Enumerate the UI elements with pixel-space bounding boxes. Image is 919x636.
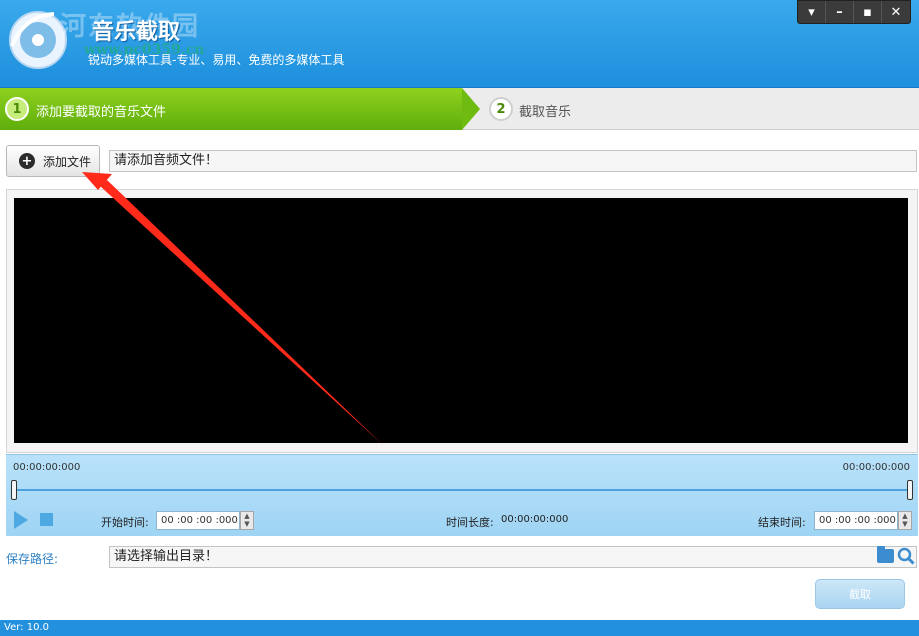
step-1[interactable]: 1 添加要截取的音乐文件 bbox=[0, 88, 462, 130]
save-path-field[interactable]: 请选择输出目录！ bbox=[109, 546, 917, 568]
end-handle[interactable] bbox=[907, 480, 913, 500]
close-icon[interactable]: ✕ bbox=[882, 1, 910, 23]
window-controls: ▾ – ▪ ✕ bbox=[797, 0, 911, 24]
start-time-label: 开始时间: bbox=[101, 514, 149, 530]
play-icon[interactable] bbox=[14, 511, 28, 529]
end-time-spinner[interactable]: ▲▼ bbox=[898, 511, 912, 530]
menu-dropdown-icon[interactable]: ▾ bbox=[798, 1, 826, 23]
step-bar: 1 添加要截取的音乐文件 2 截取音乐 bbox=[0, 88, 919, 130]
step-1-number: 1 bbox=[5, 97, 29, 121]
timeline-track[interactable] bbox=[14, 489, 910, 491]
status-bar: Ver: 10.0 bbox=[0, 620, 919, 636]
total-time: 00:00:00:000 bbox=[843, 462, 910, 473]
end-time-input[interactable]: 00 :00 :00 :000 bbox=[814, 511, 898, 530]
step-2-label: 截取音乐 bbox=[519, 101, 571, 120]
version-text: Ver: 10.0 bbox=[4, 622, 49, 633]
minimize-icon[interactable]: – bbox=[826, 1, 854, 23]
step-arrow bbox=[462, 88, 480, 130]
maximize-icon[interactable]: ▪ bbox=[854, 1, 882, 23]
search-icon[interactable] bbox=[897, 547, 915, 565]
audio-file-field[interactable]: 请添加音频文件！ bbox=[109, 150, 917, 172]
start-handle[interactable] bbox=[11, 480, 17, 500]
add-file-label: 添加文件 bbox=[43, 153, 91, 170]
plus-icon: + bbox=[19, 153, 35, 169]
timeline-panel: 00:00:00:000 00:00:00:000 开始时间: 00 :00 :… bbox=[6, 454, 918, 536]
stop-icon[interactable] bbox=[40, 513, 53, 526]
add-file-button[interactable]: + 添加文件 bbox=[6, 145, 100, 177]
app-subtitle: 锐动多媒体工具-专业、易用、免费的多媒体工具 bbox=[88, 51, 344, 68]
start-time-input[interactable]: 00 :00 :00 :000 bbox=[156, 511, 240, 530]
save-path-label: 保存路径: bbox=[6, 550, 58, 567]
step-2-number: 2 bbox=[489, 97, 513, 121]
end-time-label: 结束时间: bbox=[758, 514, 806, 530]
cut-button[interactable]: 截取 bbox=[815, 579, 905, 609]
current-time: 00:00:00:000 bbox=[13, 462, 80, 473]
folder-icon[interactable] bbox=[877, 549, 894, 563]
duration-label: 时间长度: bbox=[446, 514, 494, 530]
start-time-spinner[interactable]: ▲▼ bbox=[240, 511, 254, 530]
waveform-preview bbox=[14, 198, 908, 443]
duration-value: 00:00:00:000 bbox=[501, 514, 568, 525]
title-bar: 河东软件园 音乐截取 www.pc0359.cn 锐动多媒体工具-专业、易用、免… bbox=[0, 0, 919, 88]
step-1-label: 添加要截取的音乐文件 bbox=[36, 101, 166, 120]
